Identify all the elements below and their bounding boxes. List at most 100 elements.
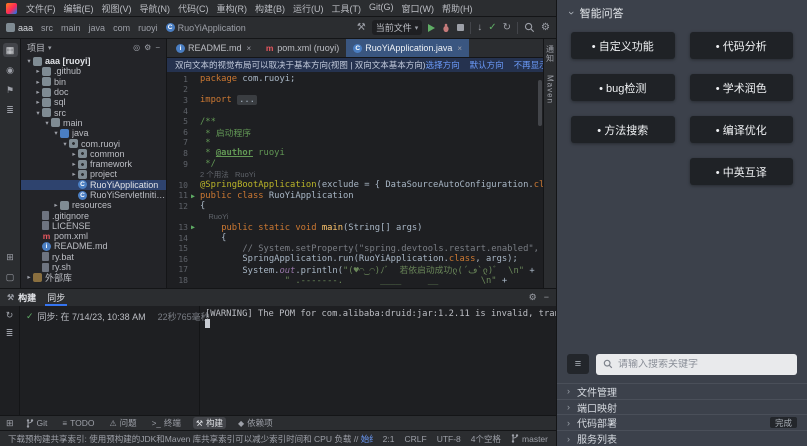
tree-item[interactable]: mpom.xml [21, 231, 166, 241]
code-line[interactable]: 17 System.out.println("(♥◠‿◠)ﾉﾞ 若依启动成功ლ(… [167, 265, 543, 276]
assistant-section[interactable]: ›文件管理 [557, 383, 807, 399]
editor-tab[interactable]: iREADME.md× [169, 39, 258, 57]
tree-item[interactable]: CRuoYiApplication [21, 180, 166, 190]
stop-button[interactable] [457, 24, 464, 31]
code-line[interactable]: 15 // System.setProperty("spring.devtool… [167, 244, 543, 255]
code-line[interactable]: 7 * [167, 138, 543, 149]
tree-item[interactable]: ▾java [21, 128, 166, 138]
rerun-sync-icon[interactable]: ↻ [6, 310, 14, 321]
git-commit-check-icon[interactable]: ✓ [488, 23, 496, 33]
menu-item[interactable]: 编辑(E) [60, 2, 98, 15]
status-action-link[interactable]: 始终下载 [361, 434, 373, 444]
build-settings-gear-icon[interactable]: ⚙ [529, 292, 537, 303]
settings-gear-icon[interactable]: ⚙ [541, 23, 550, 33]
code-line[interactable]: 11▶public class RuoYiApplication [167, 191, 543, 202]
git-update-icon[interactable]: ↓ [477, 23, 482, 33]
search-icon[interactable] [524, 22, 535, 33]
tab-close-icon[interactable]: × [457, 44, 462, 53]
status-segment[interactable]: UTF-8 [437, 434, 461, 444]
tree-item[interactable]: iREADME.md [21, 241, 166, 251]
code-editor[interactable]: 1package com.ruoyi;23import ...45/**6 * … [167, 72, 543, 288]
assistant-feature-button[interactable]: • 编译优化 [690, 116, 794, 143]
tree-item[interactable]: ry.sh [21, 262, 166, 272]
menu-item[interactable]: 视图(V) [98, 2, 136, 15]
assistant-menu-button[interactable]: ≡ [567, 354, 589, 374]
toolwindow-button-terminal[interactable]: >_终端 [149, 417, 184, 429]
assistant-header[interactable]: › 智能问答 [557, 0, 807, 26]
tree-item[interactable]: ▸sql [21, 97, 166, 107]
sync-status-row[interactable]: ✓ 同步: 在 7/14/23, 10:38 AM 22秒765毫秒 [26, 310, 193, 323]
tree-item[interactable]: LICENSE [21, 221, 166, 231]
notification-link[interactable]: 默认方向 [470, 59, 504, 71]
panel-options-gear-icon[interactable]: ⚙ [144, 43, 151, 52]
menu-item[interactable]: 文件(F) [22, 2, 60, 15]
project-tool-icon[interactable]: ▦ [3, 43, 18, 57]
problems-tool-icon[interactable]: ▢ [3, 270, 18, 284]
menu-item[interactable]: 工具(T) [328, 2, 366, 15]
commit-tool-icon[interactable]: ◉ [3, 63, 18, 77]
run-gutter-icon[interactable]: ▶ [191, 193, 200, 200]
build-console[interactable]: [WARNING] The POM for com.alibaba:druid:… [200, 306, 556, 415]
menu-item[interactable]: 构建(B) [251, 2, 289, 15]
locate-file-icon[interactable]: ◎ [133, 43, 140, 52]
assistant-section[interactable]: ›端口映射 [557, 399, 807, 415]
toolwindow-button-build[interactable]: ⚒构建 [193, 417, 226, 429]
tab-close-icon[interactable]: × [247, 44, 252, 53]
assistant-search-input[interactable] [618, 359, 790, 370]
code-line[interactable]: RuoYi [167, 212, 543, 223]
toolwindow-switcher-icon[interactable]: ⊞ [6, 419, 14, 428]
hide-panel-icon[interactable]: − [155, 43, 160, 52]
notification-link[interactable]: 不再显示 [514, 59, 543, 71]
tree-item[interactable]: ▾src [21, 107, 166, 117]
tool-stripe-label[interactable]: 通知 [545, 45, 556, 63]
assistant-section[interactable]: ›代码部署完成 [557, 414, 807, 430]
minimize-panel-icon[interactable]: − [544, 292, 549, 303]
bookmarks-tool-icon[interactable]: ⚑ [3, 83, 18, 97]
code-line[interactable]: 8 * @author ruoyi [167, 148, 543, 159]
run-tool-icon[interactable]: ⊞ [3, 250, 18, 264]
editor-scrollbar[interactable] [538, 80, 542, 126]
menu-item[interactable]: 重构(R) [213, 2, 252, 15]
menu-item[interactable]: 帮助(H) [438, 2, 477, 15]
project-panel-title[interactable]: 项目 [27, 41, 45, 54]
status-segment[interactable]: master [511, 434, 548, 444]
menu-item[interactable]: 代码(C) [174, 2, 213, 15]
tree-item[interactable]: CRuoYiServletInitializer [21, 190, 166, 200]
menu-item[interactable]: 运行(U) [289, 2, 328, 15]
build-hammer-icon[interactable]: ⚒ [357, 23, 366, 33]
tree-item[interactable]: ▸doc [21, 87, 166, 97]
assistant-feature-button[interactable]: • 学术润色 [690, 74, 794, 101]
editor-tab[interactable]: CRuoYiApplication.java× [346, 39, 469, 57]
breadcrumb-item[interactable]: com [113, 23, 130, 33]
assistant-section[interactable]: ›服务列表 [557, 430, 807, 446]
assistant-feature-button[interactable]: • bug检测 [571, 74, 675, 101]
code-line[interactable]: 10@SpringBootApplication(exclude = { Dat… [167, 180, 543, 191]
code-line[interactable]: 4 [167, 106, 543, 117]
breadcrumb-item[interactable]: main [61, 23, 81, 33]
code-line[interactable]: 14 { [167, 233, 543, 244]
toolwindow-button-todo[interactable]: ≡TODO [59, 417, 97, 429]
assistant-feature-button[interactable]: • 代码分析 [690, 32, 794, 59]
history-icon[interactable]: ↻ [503, 23, 511, 33]
tree-item[interactable]: ▸common [21, 149, 166, 159]
status-segment[interactable]: 4个空格 [471, 433, 501, 445]
build-tab-sync[interactable]: 同步 [45, 290, 67, 306]
build-filter-icon[interactable]: ≣ [6, 328, 14, 339]
assistant-feature-button[interactable]: • 自定义功能 [571, 32, 675, 59]
breadcrumb-item[interactable]: java [89, 23, 106, 33]
code-line[interactable]: 2 个用法 RuoYi [167, 169, 543, 180]
run-config-selector[interactable]: 当前文件 ▾ [372, 20, 423, 35]
run-button[interactable] [428, 24, 435, 32]
ide-logo-icon[interactable] [6, 3, 17, 14]
menu-item[interactable]: Git(G) [365, 2, 398, 15]
breadcrumb-item[interactable]: ruoyi [138, 23, 158, 33]
assistant-feature-button[interactable]: • 方法搜索 [571, 116, 675, 143]
code-line[interactable]: 3import ... [167, 95, 543, 106]
assistant-feature-button[interactable]: • 中英互译 [690, 158, 794, 185]
tree-item[interactable]: ▸framework [21, 159, 166, 169]
tree-item[interactable]: ▾main [21, 118, 166, 128]
tree-item[interactable]: ry.bat [21, 252, 166, 262]
tree-item[interactable]: ▸project [21, 169, 166, 179]
toolwindow-button-dependencies[interactable]: ◆依赖项 [235, 417, 276, 429]
tree-item[interactable]: ▸.github [21, 66, 166, 76]
